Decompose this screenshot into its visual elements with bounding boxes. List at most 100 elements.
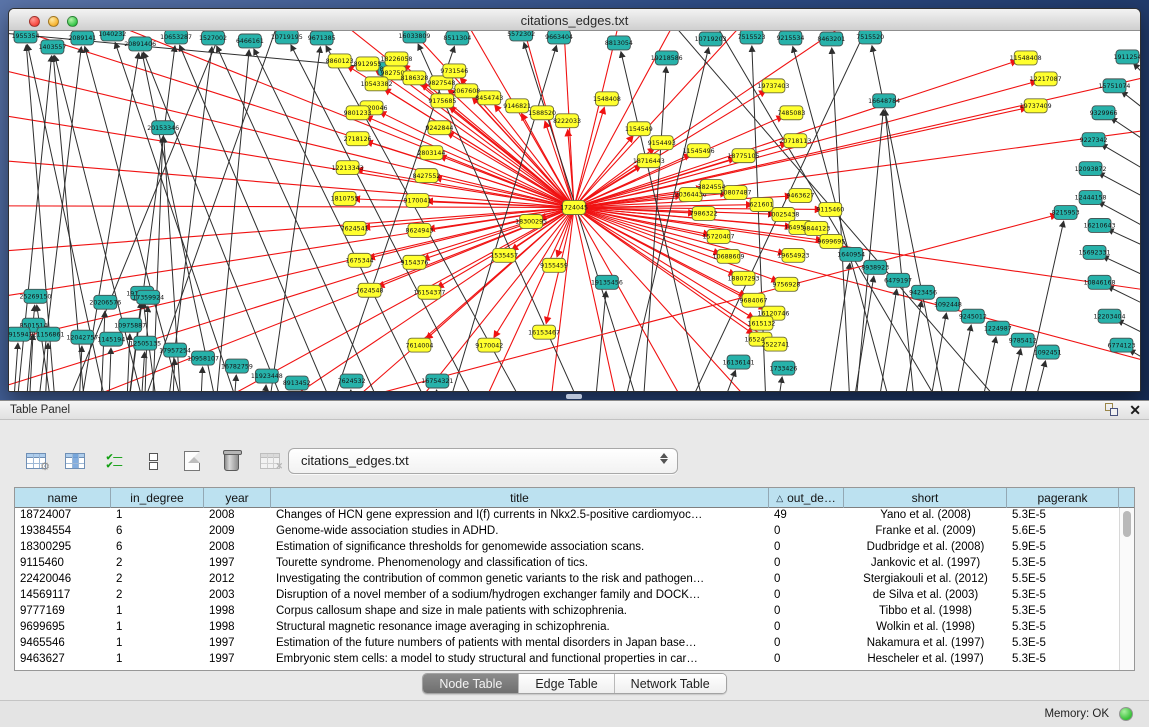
column-header-short[interactable]: short: [844, 488, 1007, 508]
table-cell[interactable]: 5.3E-5: [1007, 636, 1119, 652]
table-cell[interactable]: 14569117: [15, 588, 111, 604]
merge-tables-button[interactable]: [139, 447, 167, 475]
delete-table-button[interactable]: ✕: [256, 447, 284, 475]
table-cell[interactable]: 5.3E-5: [1007, 604, 1119, 620]
table-row[interactable]: 1872400712008Changes of HCN gene express…: [15, 508, 1134, 524]
table-cell[interactable]: Investigating the contribution of common…: [271, 572, 769, 588]
table-cell[interactable]: Franke et al. (2009): [844, 524, 1007, 540]
table-cell[interactable]: 2008: [204, 508, 271, 524]
show-columns-button[interactable]: [61, 447, 89, 475]
network-window[interactable]: citations_edges.txt 19553541403557208914…: [8, 8, 1141, 392]
table-cell[interactable]: 5.6E-5: [1007, 524, 1119, 540]
table-cell[interactable]: Wolkin et al. (1998): [844, 620, 1007, 636]
table-cell[interactable]: 5.9E-5: [1007, 540, 1119, 556]
table-cell[interactable]: 5.5E-5: [1007, 572, 1119, 588]
column-header-out_de[interactable]: △out_de…: [769, 488, 844, 508]
table-cell[interactable]: 1: [111, 620, 204, 636]
table-cell[interactable]: 2009: [204, 524, 271, 540]
table-cell[interactable]: 9465546: [15, 636, 111, 652]
table-cell[interactable]: 0: [769, 588, 844, 604]
table-cell[interactable]: Nakamura et al. (1997): [844, 636, 1007, 652]
new-column-button[interactable]: [178, 447, 206, 475]
table-cell[interactable]: Structural magnetic resonance image aver…: [271, 620, 769, 636]
network-window-titlebar[interactable]: citations_edges.txt: [9, 9, 1140, 31]
table-cell[interactable]: 5.3E-5: [1007, 508, 1119, 524]
table-cell[interactable]: 0: [769, 620, 844, 636]
table-cell[interactable]: 5.3E-5: [1007, 652, 1119, 668]
table-cell[interactable]: 0: [769, 604, 844, 620]
table-cell[interactable]: 0: [769, 540, 844, 556]
table-cell[interactable]: 1997: [204, 636, 271, 652]
table-cell[interactable]: 9115460: [15, 556, 111, 572]
table-cell[interactable]: 6: [111, 540, 204, 556]
table-row[interactable]: 946554611997Estimation of the future num…: [15, 636, 1134, 652]
table-cell[interactable]: 2003: [204, 588, 271, 604]
tab-network-table[interactable]: Network Table: [615, 674, 726, 693]
table-cell[interactable]: 5.3E-5: [1007, 620, 1119, 636]
table-cell[interactable]: Jankovic et al. (1997): [844, 556, 1007, 572]
table-cell[interactable]: de Silva et al. (2003): [844, 588, 1007, 604]
table-cell[interactable]: 6: [111, 524, 204, 540]
table-cell[interactable]: 0: [769, 652, 844, 668]
table-cell[interactable]: 9699695: [15, 620, 111, 636]
table-cell[interactable]: Stergiakouli et al. (2012): [844, 572, 1007, 588]
table-cell[interactable]: Embryonic stem cells: a model to study s…: [271, 652, 769, 668]
table-cell[interactable]: 1997: [204, 652, 271, 668]
column-header-title[interactable]: title: [271, 488, 769, 508]
scrollbar-thumb[interactable]: [1123, 511, 1131, 537]
table-row[interactable]: 977716911998Corpus callosum shape and si…: [15, 604, 1134, 620]
table-cell[interactable]: 9777169: [15, 604, 111, 620]
table-row[interactable]: 1938455462009Genome-wide association stu…: [15, 524, 1134, 540]
table-cell[interactable]: 5.3E-5: [1007, 588, 1119, 604]
table-cell[interactable]: Corpus callosum shape and size in male p…: [271, 604, 769, 620]
table-cell[interactable]: 2: [111, 588, 204, 604]
table-cell[interactable]: 1998: [204, 620, 271, 636]
table-cell[interactable]: 22420046: [15, 572, 111, 588]
table-cell[interactable]: Dudbridge et al. (2008): [844, 540, 1007, 556]
table-cell[interactable]: 1998: [204, 604, 271, 620]
close-panel-icon[interactable]: ✕: [1129, 403, 1141, 417]
table-mode-button[interactable]: ⚙: [22, 447, 50, 475]
table-cell[interactable]: Tourette syndrome. Phenomenology and cla…: [271, 556, 769, 572]
table-row[interactable]: 969969511998Structural magnetic resonanc…: [15, 620, 1134, 636]
table-cell[interactable]: Hescheler et al. (1997): [844, 652, 1007, 668]
table-cell[interactable]: 1997: [204, 556, 271, 572]
column-header-name[interactable]: name: [15, 488, 111, 508]
table-cell[interactable]: 2: [111, 556, 204, 572]
table-cell[interactable]: 18300295: [15, 540, 111, 556]
tab-edge-table[interactable]: Edge Table: [519, 674, 614, 693]
table-scrollbar[interactable]: [1119, 508, 1134, 670]
table-cell[interactable]: 0: [769, 636, 844, 652]
memory-status-indicator[interactable]: [1119, 707, 1133, 721]
table-cell[interactable]: 49: [769, 508, 844, 524]
table-row[interactable]: 946362711997Embryonic stem cells: a mode…: [15, 652, 1134, 668]
table-row[interactable]: 911546021997Tourette syndrome. Phenomeno…: [15, 556, 1134, 572]
table-cell[interactable]: 2008: [204, 540, 271, 556]
table-cell[interactable]: 1: [111, 652, 204, 668]
column-header-year[interactable]: year: [204, 488, 271, 508]
table-cell[interactable]: Estimation of the future numbers of pati…: [271, 636, 769, 652]
select-columns-button[interactable]: ✔—✔—: [100, 447, 128, 475]
table-cell[interactable]: 0: [769, 524, 844, 540]
table-row[interactable]: 1456911722003Disruption of a novel membe…: [15, 588, 1134, 604]
table-cell[interactable]: 18724007: [15, 508, 111, 524]
table-cell[interactable]: Tibbo et al. (1998): [844, 604, 1007, 620]
table-cell[interactable]: 0: [769, 556, 844, 572]
float-panel-icon[interactable]: [1105, 403, 1119, 417]
column-header-pagerank[interactable]: pagerank: [1007, 488, 1119, 508]
table-cell[interactable]: 1: [111, 508, 204, 524]
table-cell[interactable]: Disruption of a novel member of a sodium…: [271, 588, 769, 604]
table-cell[interactable]: 5.3E-5: [1007, 556, 1119, 572]
network-canvas[interactable]: 1955354140355720891411040232208914061065…: [9, 31, 1140, 391]
delete-column-button[interactable]: [217, 447, 245, 475]
table-cell[interactable]: Changes of HCN gene expression and I(f) …: [271, 508, 769, 524]
table-cell[interactable]: 2: [111, 572, 204, 588]
tab-node-table[interactable]: Node Table: [423, 674, 519, 693]
table-row[interactable]: 1830029562008Estimation of significance …: [15, 540, 1134, 556]
table-cell[interactable]: 2012: [204, 572, 271, 588]
table-cell[interactable]: Genome-wide association studies in ADHD.: [271, 524, 769, 540]
table-select[interactable]: citations_edges.txt: [288, 448, 678, 474]
table-cell[interactable]: 1: [111, 604, 204, 620]
table-cell[interactable]: Yano et al. (2008): [844, 508, 1007, 524]
table-row[interactable]: 2242004622012Investigating the contribut…: [15, 572, 1134, 588]
